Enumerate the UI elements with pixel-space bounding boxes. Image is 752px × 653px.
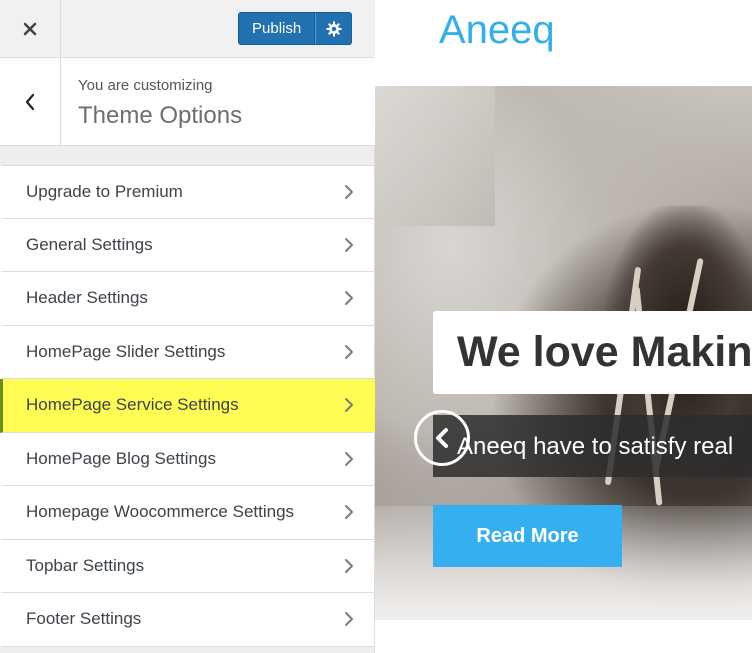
menu-item-header-settings[interactable]: Header Settings xyxy=(0,272,374,326)
chevron-right-icon xyxy=(345,237,353,252)
slide-text: Aneeq have to satisfy real xyxy=(457,433,734,460)
customizer-header: Publish xyxy=(0,0,375,58)
customizer-sidebar: Publish You are customizing Theme Option… xyxy=(0,0,380,653)
chevron-right-icon xyxy=(345,344,353,359)
publish-button[interactable]: Publish xyxy=(238,12,316,45)
panel-info: You are customizing Theme Options xyxy=(0,58,375,146)
chevron-right-icon xyxy=(345,505,353,520)
publish-settings-button[interactable] xyxy=(315,12,353,45)
chevron-right-icon xyxy=(345,451,353,466)
menu-item-label: HomePage Service Settings xyxy=(26,395,239,415)
customizing-label: You are customizing xyxy=(78,77,213,94)
menu-item-label: General Settings xyxy=(26,234,153,254)
chevron-right-icon xyxy=(345,398,353,413)
site-preview: Aneeq We love Makin Aneeq have to satisf… xyxy=(375,0,752,653)
gear-icon xyxy=(326,21,342,36)
menu-item-service-settings[interactable]: HomePage Service Settings xyxy=(0,379,374,433)
slide-heading: We love Makin xyxy=(457,328,752,376)
menu-item-upgrade-premium[interactable]: Upgrade to Premium xyxy=(0,165,374,219)
menu-item-label: HomePage Slider Settings xyxy=(26,341,226,361)
close-button[interactable] xyxy=(0,0,61,57)
slide-text-box: Aneeq have to satisfy real xyxy=(433,415,752,477)
hero-image-highlight xyxy=(375,86,495,226)
menu-item-general-settings[interactable]: General Settings xyxy=(0,218,374,272)
slide-heading-box: We love Makin xyxy=(433,311,752,394)
menu-item-blog-settings[interactable]: HomePage Blog Settings xyxy=(0,432,374,486)
chevron-left-icon xyxy=(436,428,448,448)
site-title[interactable]: Aneeq xyxy=(439,8,555,53)
read-more-button[interactable]: Read More xyxy=(433,505,622,567)
menu-item-label: Topbar Settings xyxy=(26,555,145,575)
menu-item-label: Footer Settings xyxy=(26,609,142,629)
chevron-right-icon xyxy=(345,184,353,199)
menu-item-slider-settings[interactable]: HomePage Slider Settings xyxy=(0,325,374,379)
menu-item-label: Upgrade to Premium xyxy=(26,181,183,201)
back-button[interactable] xyxy=(0,58,61,145)
chevron-right-icon xyxy=(345,612,353,627)
chevron-right-icon xyxy=(345,291,353,306)
menu-item-label: Header Settings xyxy=(26,288,148,308)
menu-item-footer-settings[interactable]: Footer Settings xyxy=(0,593,374,647)
chevron-left-icon xyxy=(25,93,35,110)
menu-item-label: Homepage Woocommerce Settings xyxy=(26,502,295,522)
menu-item-woocommerce-settings[interactable]: Homepage Woocommerce Settings xyxy=(0,486,374,540)
hero-slider: We love Makin Aneeq have to satisfy real… xyxy=(375,86,752,620)
menu-item-label: HomePage Blog Settings xyxy=(26,448,216,468)
menu-item-topbar-settings[interactable]: Topbar Settings xyxy=(0,539,374,593)
chevron-right-icon xyxy=(345,558,353,573)
close-icon xyxy=(23,22,37,35)
panel-title: Theme Options xyxy=(78,102,243,129)
options-menu: Upgrade to Premium General Settings Head… xyxy=(0,165,374,647)
publish-group: Publish xyxy=(238,12,353,45)
slider-prev-button[interactable] xyxy=(414,410,470,466)
preview-bottom xyxy=(375,620,752,653)
